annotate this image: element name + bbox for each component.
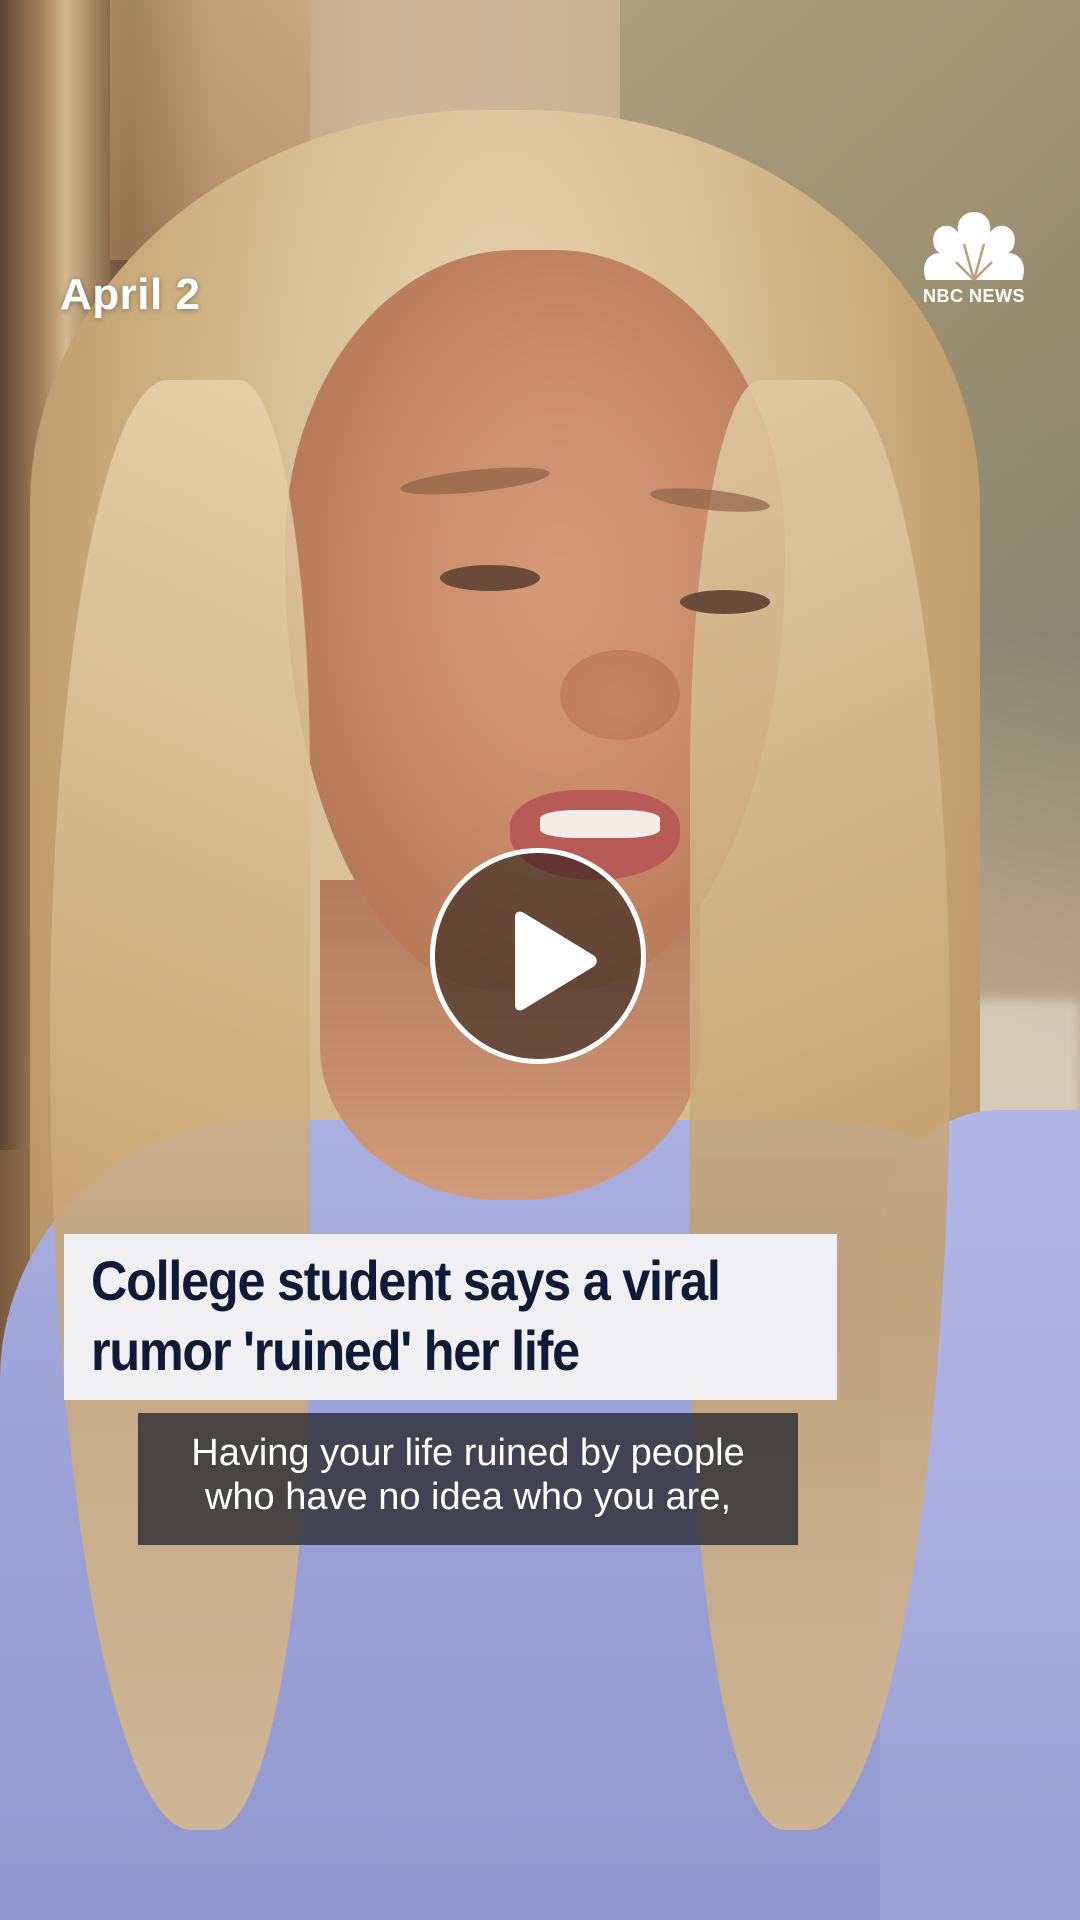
- caption-box: Having your life ruined by people who ha…: [138, 1413, 798, 1545]
- caption-line-2: who have no idea who you are,: [204, 1476, 732, 1518]
- date-label: April 2: [60, 270, 201, 319]
- video-frame[interactable]: April 2 NBC NEWS College student says a …: [0, 0, 1080, 1920]
- headline: College student says a viral rumor 'ruin…: [91, 1246, 811, 1386]
- subject-teeth: [540, 810, 660, 838]
- play-button[interactable]: [430, 848, 646, 1064]
- headline-line-1: College student says a viral: [91, 1249, 721, 1312]
- caption-line-1: Having your life ruined by people: [191, 1432, 745, 1474]
- subject-eye-left: [440, 565, 540, 591]
- nbc-news-logo: NBC NEWS: [915, 210, 1033, 307]
- brand-name: NBC NEWS: [923, 286, 1025, 306]
- subject-eye-right: [680, 590, 770, 614]
- nbc-peacock-icon: [924, 212, 1024, 281]
- play-icon: [515, 911, 597, 1011]
- headline-line-2: rumor 'ruined' her life: [91, 1319, 580, 1382]
- subject-nose: [560, 650, 680, 740]
- headline-box: College student says a viral rumor 'ruin…: [64, 1234, 837, 1400]
